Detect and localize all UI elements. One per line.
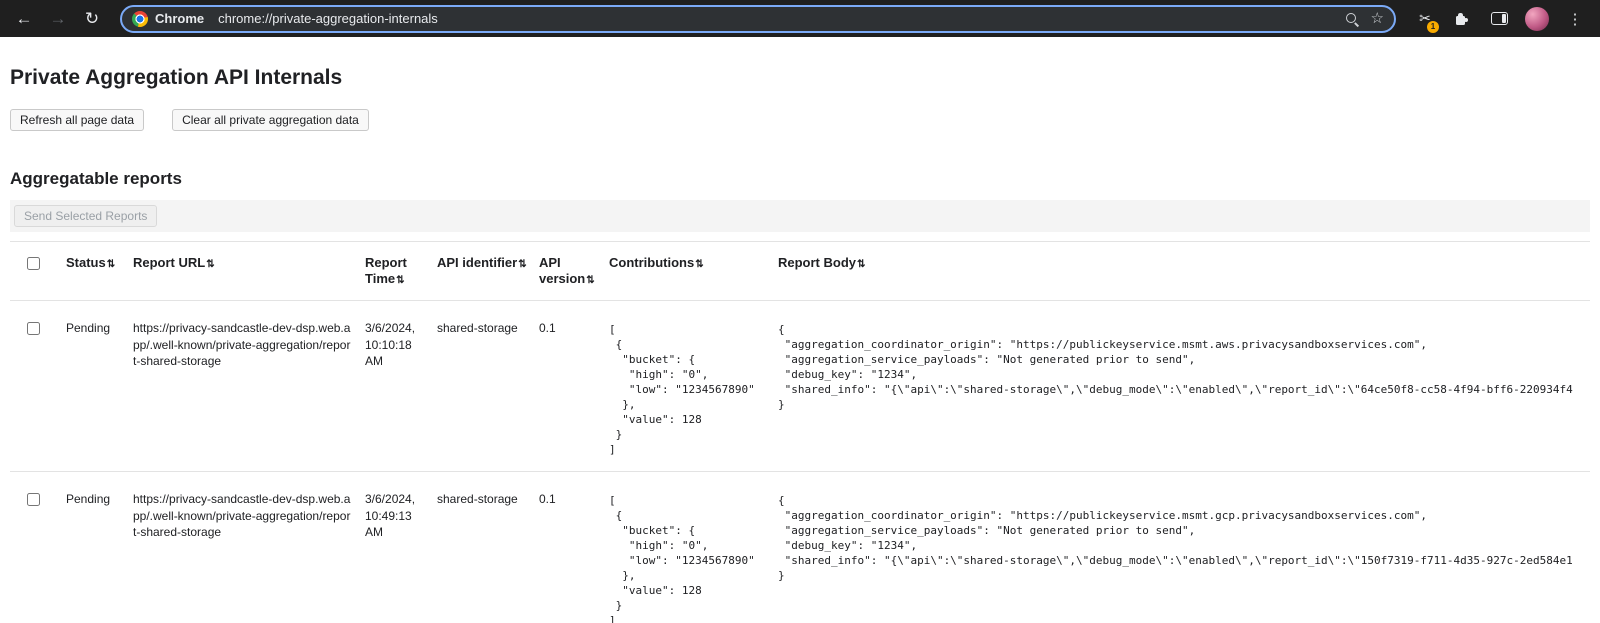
zoom-icon[interactable]: [1345, 12, 1359, 26]
report-body-cell: { "aggregation_coordinator_origin": "htt…: [778, 471, 1590, 623]
select-all-checkbox[interactable]: [27, 257, 40, 270]
sort-icon[interactable]: ⇅: [857, 259, 865, 270]
report-time-cell: 3/6/2024, 10:49:13 AM: [365, 471, 437, 623]
col-header-api-identifier[interactable]: API identifier⇅: [437, 242, 539, 301]
reports-toolbar: Send Selected Reports: [10, 200, 1590, 232]
col-header-report-body[interactable]: Report Body⇅: [778, 242, 1590, 301]
col-header-contributions[interactable]: Contributions⇅: [609, 242, 778, 301]
api-identifier-cell: shared-storage: [437, 471, 539, 623]
table-header-row: Status⇅ Report URL⇅ Report Time⇅ API ide…: [10, 242, 1590, 301]
api-version-cell: 0.1: [539, 471, 609, 623]
section-title: Aggregatable reports: [10, 169, 1590, 189]
report-body-cell: { "aggregation_coordinator_origin": "htt…: [778, 300, 1590, 471]
refresh-all-button[interactable]: Refresh all page data: [10, 109, 144, 131]
url-text[interactable]: chrome://private-aggregation-internals: [218, 11, 1336, 26]
back-icon[interactable]: ←: [10, 5, 38, 33]
clear-all-button[interactable]: Clear all private aggregation data: [172, 109, 369, 131]
status-cell: Pending: [66, 300, 133, 471]
status-cell: Pending: [66, 471, 133, 623]
sort-icon[interactable]: ⇅: [518, 259, 526, 270]
toolbar-right-icons: ✂ 1 ⋮: [1410, 7, 1590, 31]
col-header-report-url[interactable]: Report URL⇅: [133, 242, 365, 301]
col-header-status[interactable]: Status⇅: [66, 242, 133, 301]
contributions-cell: [ { "bucket": { "high": "0", "low": "123…: [609, 471, 778, 623]
row-checkbox[interactable]: [27, 493, 40, 506]
api-version-cell: 0.1: [539, 300, 609, 471]
sort-icon[interactable]: ⇅: [695, 259, 703, 270]
extension-badge: 1: [1427, 21, 1439, 33]
sort-icon[interactable]: ⇅: [206, 259, 214, 270]
menu-icon[interactable]: ⋮: [1564, 8, 1586, 30]
send-selected-button[interactable]: Send Selected Reports: [14, 205, 157, 227]
api-identifier-cell: shared-storage: [437, 300, 539, 471]
side-panel-icon[interactable]: [1488, 8, 1510, 30]
select-all-cell: [10, 242, 66, 301]
sort-icon[interactable]: ⇅: [396, 275, 404, 286]
contributions-cell: [ { "bucket": { "high": "0", "low": "123…: [609, 300, 778, 471]
sort-icon[interactable]: ⇅: [586, 275, 594, 286]
reports-table: Status⇅ Report URL⇅ Report Time⇅ API ide…: [10, 241, 1590, 623]
address-bar[interactable]: Chrome chrome://private-aggregation-inte…: [120, 5, 1396, 33]
pinned-extension-icon[interactable]: ✂ 1: [1414, 8, 1436, 30]
reload-icon[interactable]: ↻: [78, 5, 106, 33]
table-row: Pending https://privacy-sandcastle-dev-d…: [10, 300, 1590, 471]
page-actions: Refresh all page data Clear all private …: [10, 109, 1590, 131]
col-header-api-version[interactable]: API version⇅: [539, 242, 609, 301]
row-checkbox[interactable]: [27, 322, 40, 335]
site-chip-label: Chrome: [155, 11, 204, 26]
extensions-icon[interactable]: [1451, 8, 1473, 30]
page-content: Private Aggregation API Internals Refres…: [0, 66, 1600, 623]
col-header-report-time[interactable]: Report Time⇅: [365, 242, 437, 301]
bookmark-star-icon[interactable]: ☆: [1371, 11, 1384, 26]
report-url-cell: https://privacy-sandcastle-dev-dsp.web.a…: [133, 300, 365, 471]
chrome-logo-icon: [132, 11, 148, 27]
browser-toolbar: ← → ↻ Chrome chrome://private-aggregatio…: [0, 0, 1600, 37]
sort-icon[interactable]: ⇅: [107, 259, 115, 270]
table-row: Pending https://privacy-sandcastle-dev-d…: [10, 471, 1590, 623]
forward-icon[interactable]: →: [44, 5, 72, 33]
row-select-cell: [10, 300, 66, 471]
page-title: Private Aggregation API Internals: [10, 66, 1590, 90]
profile-avatar[interactable]: [1525, 7, 1549, 31]
report-url-cell: https://privacy-sandcastle-dev-dsp.web.a…: [133, 471, 365, 623]
report-time-cell: 3/6/2024, 10:10:18 AM: [365, 300, 437, 471]
row-select-cell: [10, 471, 66, 623]
